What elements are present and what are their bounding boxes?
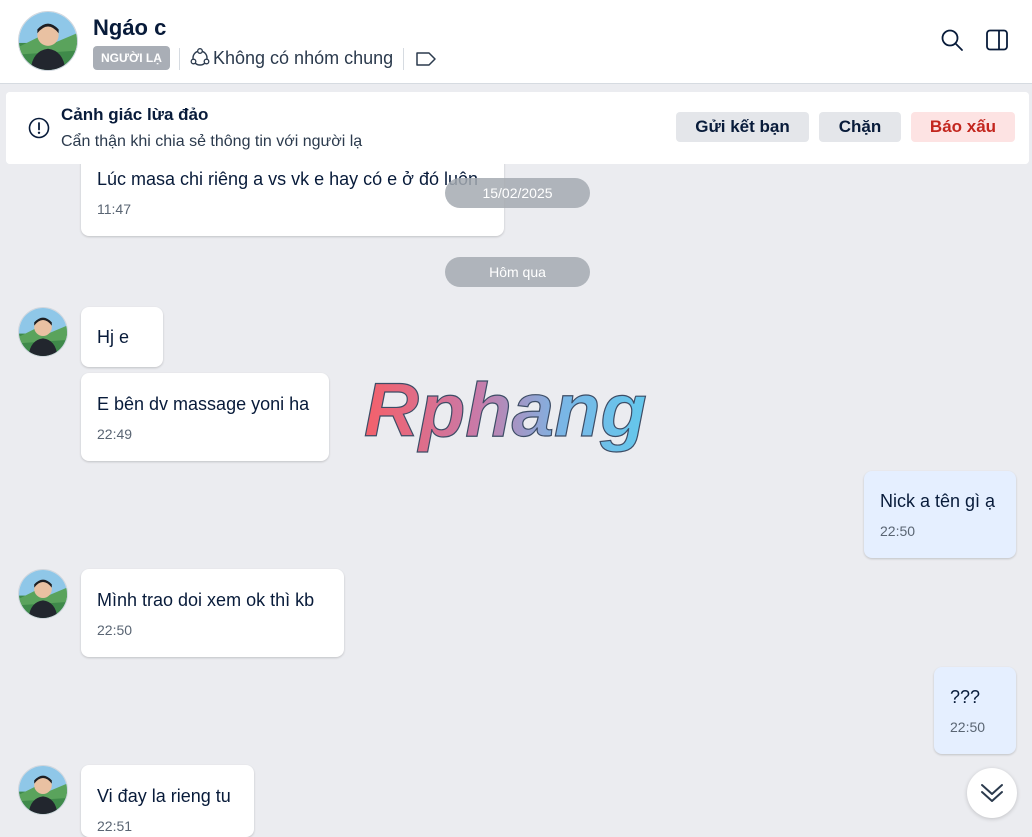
stranger-badge: NGƯỜI LẠ [93, 46, 170, 70]
alert-subtitle: Cẩn thận khi chia sẻ thông tin với người… [61, 133, 363, 150]
header-divider [179, 48, 180, 70]
double-chevron-down-icon [981, 784, 1003, 802]
search-icon [941, 29, 963, 51]
contact-avatar[interactable] [18, 11, 78, 71]
message-bubble-incoming[interactable]: Hj e [81, 307, 163, 367]
block-button[interactable]: Chặn [819, 112, 901, 142]
common-groups-text[interactable]: Không có nhóm chung [213, 48, 393, 69]
message-bubble-incoming[interactable]: Mình trao doi xem ok thì kb 22:50 [81, 569, 344, 657]
message-text: ??? [950, 687, 981, 707]
message-time: 22:51 [97, 818, 133, 834]
date-separator: 15/02/2025 [445, 178, 590, 208]
scroll-to-bottom-button[interactable] [967, 768, 1017, 818]
message-bubble-incoming[interactable]: E bên dv massage yoni ha 22:49 [81, 373, 329, 461]
alert-overlay: Cảnh giác lừa đảo Cẩn thận khi chia sẻ t… [6, 92, 1029, 164]
contact-name[interactable]: Ngáo c [93, 15, 166, 41]
sender-avatar[interactable] [18, 307, 68, 357]
message-text: Lúc masa chi riêng a vs vk e hay có e ở … [97, 169, 479, 189]
sidebar-toggle-icon [986, 29, 1008, 51]
tag-icon[interactable] [415, 51, 437, 67]
warning-icon [28, 117, 50, 139]
sender-avatar[interactable] [18, 765, 68, 815]
add-friend-button[interactable]: Gửi kết bạn [676, 112, 809, 142]
message-text: E bên dv massage yoni ha [97, 394, 310, 414]
sender-avatar[interactable] [18, 569, 68, 619]
message-text: Mình trao doi xem ok thì kb [97, 590, 315, 610]
message-time: 22:49 [97, 426, 133, 442]
chat-header: Ngáo c NGƯỜI LẠ Không có nhóm chung [0, 0, 1032, 84]
message-bubble-outgoing[interactable]: ??? 22:50 [934, 667, 1016, 754]
message-text: Nick a tên gì ạ [880, 491, 996, 511]
message-time: 22:50 [880, 523, 916, 539]
message-time: 22:50 [97, 622, 133, 638]
group-icon [190, 48, 210, 66]
date-separator: Hôm qua [445, 257, 590, 287]
message-time: 22:50 [950, 719, 986, 735]
report-button[interactable]: Báo xấu [911, 112, 1015, 142]
message-time: 11:47 [97, 201, 131, 217]
message-bubble-outgoing[interactable]: Nick a tên gì ạ 22:50 [864, 471, 1016, 558]
search-button[interactable] [938, 26, 966, 54]
header-divider [403, 48, 404, 70]
alert-title: Cảnh giác lừa đảo [61, 105, 209, 124]
message-text: Hj e [97, 327, 130, 347]
sidebar-toggle-button[interactable] [983, 26, 1011, 54]
message-bubble-incoming[interactable]: Vi đay la rieng tu 22:51 [81, 765, 254, 837]
watermark-logo: Rphang [363, 372, 647, 454]
watermark-text: Rphang [364, 372, 647, 453]
message-text: Vi đay la rieng tu [97, 786, 231, 806]
